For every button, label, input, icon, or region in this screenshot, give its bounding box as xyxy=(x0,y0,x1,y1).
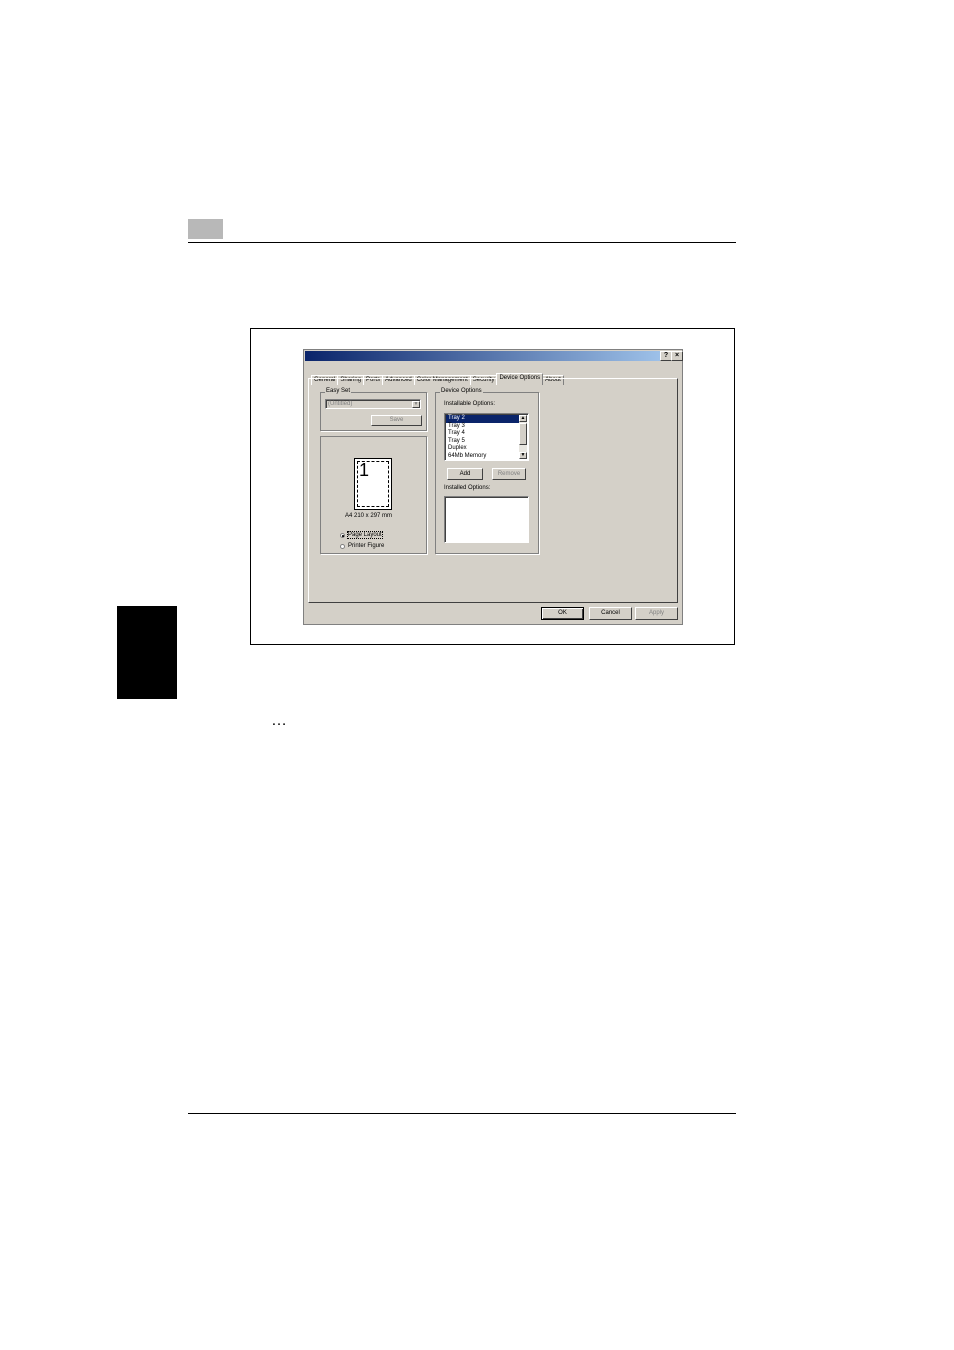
ok-button[interactable]: OK xyxy=(541,607,584,620)
easy-set-group: Easy Set (Untitled) ▼ Save xyxy=(320,388,427,431)
scrollbar[interactable]: ▲ ▼ xyxy=(519,415,527,459)
installed-options-label: Installed Options: xyxy=(444,485,491,491)
installed-options-list[interactable] xyxy=(444,496,529,543)
tab-device-options[interactable]: Device Options xyxy=(496,373,544,385)
list-item[interactable]: Tray 4 xyxy=(446,430,520,438)
installable-options-list[interactable]: Tray 2 Tray 3 Tray 4 Tray 5 Duplex 64Mb … xyxy=(444,413,529,461)
device-options-group: Device Options Installable Options: Tray… xyxy=(435,388,539,554)
page-preview: 1 xyxy=(354,458,392,510)
remove-button[interactable]: Remove xyxy=(492,468,526,480)
apply-button[interactable]: Apply xyxy=(635,607,678,620)
easy-set-value: (Untitled) xyxy=(328,401,353,407)
list-item[interactable]: 64Mb Memory xyxy=(446,453,520,461)
title-bar xyxy=(305,351,681,361)
scroll-thumb[interactable] xyxy=(519,423,527,445)
installable-options-label: Installable Options: xyxy=(444,401,496,407)
radio-printer-figure-label[interactable]: Printer Figure xyxy=(348,543,384,549)
chapter-side-tab xyxy=(117,606,177,699)
list-item[interactable]: Duplex xyxy=(446,445,520,453)
scroll-up-icon[interactable]: ▲ xyxy=(519,415,527,422)
header-rule xyxy=(188,242,736,243)
scroll-down-icon[interactable]: ▼ xyxy=(519,452,527,459)
easy-set-select[interactable]: (Untitled) ▼ xyxy=(325,399,421,409)
close-button[interactable]: × xyxy=(671,351,683,361)
list-item[interactable]: Tray 5 xyxy=(446,438,520,446)
radio-page-layout[interactable] xyxy=(340,533,345,538)
header-tab-block xyxy=(188,219,223,239)
note-dots: … xyxy=(271,712,288,729)
list-item[interactable]: Tray 2 xyxy=(446,415,520,423)
preview-group: 1 A4 210 x 297 mm Page Layout Printer Fi… xyxy=(320,436,427,554)
chevron-down-icon[interactable]: ▼ xyxy=(412,401,420,408)
add-button[interactable]: Add xyxy=(447,468,483,480)
radio-printer-figure[interactable] xyxy=(340,544,345,549)
list-item[interactable]: Tray 3 xyxy=(446,423,520,431)
save-button[interactable]: Save xyxy=(371,415,422,426)
tab-panel: Easy Set (Untitled) ▼ Save 1 A4 210 x 29… xyxy=(308,378,678,603)
radio-page-layout-label[interactable]: Page Layout xyxy=(347,531,383,539)
page-number: 1 xyxy=(359,460,370,480)
installable-items: Tray 2 Tray 3 Tray 4 Tray 5 Duplex 64Mb … xyxy=(446,415,520,460)
easy-set-label: Easy Set xyxy=(325,388,352,394)
footer-rule xyxy=(188,1113,736,1114)
device-options-label: Device Options xyxy=(440,388,483,394)
cancel-button[interactable]: Cancel xyxy=(589,607,632,620)
printer-properties-dialog: ? × General Sharing Ports Advanced Color Man… xyxy=(303,349,683,625)
tab-strip: General Sharing Ports Advanced Color Managem… xyxy=(311,367,564,385)
paper-size-label: A4 210 x 297 mm xyxy=(345,513,393,519)
